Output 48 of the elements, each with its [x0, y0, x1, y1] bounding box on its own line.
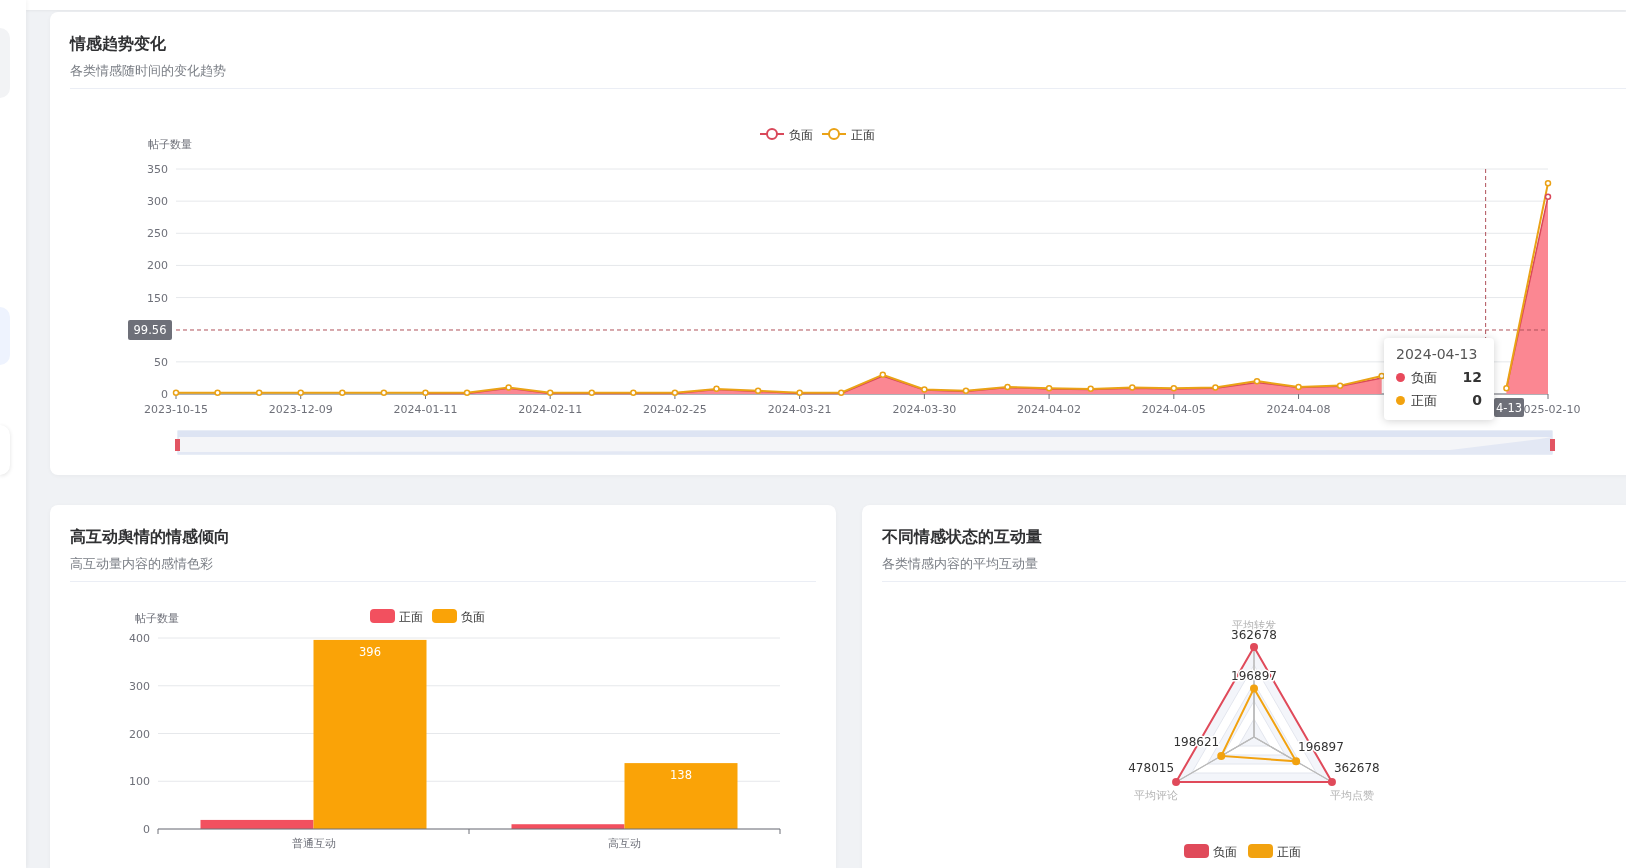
- axis-tick-label: 200: [129, 727, 150, 741]
- card-title: 高互动舆情的情感倾向: [70, 526, 231, 548]
- radar-axis-label: 平均点赞: [1330, 789, 1375, 802]
- series-value: 12: [1462, 368, 1482, 387]
- axis-tick-label: 2024-02-25: [642, 403, 707, 416]
- axis-tick-label: 2024-04-08: [1266, 403, 1331, 416]
- axis-tick-label: 2024-04-02: [1017, 403, 1082, 416]
- axis-tick-label: 2024-03-21: [767, 403, 832, 416]
- axis-tick-label: 200: [147, 259, 168, 273]
- bar-value-label: 138: [670, 768, 692, 783]
- axis-tick-label: 高互动: [608, 837, 641, 850]
- axis-title: 帖子数量: [135, 612, 179, 625]
- axis-tick-label: 50: [154, 355, 168, 369]
- series-name: 正面: [1411, 392, 1438, 410]
- card-title: 不同情感状态的互动量: [882, 526, 1043, 548]
- data-value-label: 362678: [1333, 761, 1380, 775]
- ref-line-label: 99.56: [133, 323, 167, 337]
- axis-tick-label: 350: [147, 163, 168, 176]
- card-title: 情感趋势变化: [70, 33, 167, 55]
- card-subtitle: 各类情感内容的平均互动量: [882, 555, 1039, 573]
- axis-tick-label: 400: [129, 632, 150, 645]
- axis-title: 帖子数量: [148, 138, 192, 151]
- data-value-label: 362678: [1231, 628, 1277, 642]
- axis-tick-label: 2024-03-30: [892, 403, 957, 416]
- axis-tick-label: 250: [147, 227, 168, 241]
- bar-value-label: 396: [359, 644, 381, 659]
- radar-axis-label: 平均评论: [1133, 789, 1178, 802]
- axis-tick-label: 普通互动: [291, 837, 336, 850]
- axis-tick-label: 025-02-10: [1523, 403, 1581, 416]
- axis-tick-label: 300: [129, 679, 150, 693]
- axis-tick-label: 0: [143, 823, 150, 836]
- series-name: 负面: [1411, 369, 1438, 387]
- axis-tick-label: 300: [147, 195, 168, 209]
- card-subtitle: 各类情感随时间的变化趋势: [70, 62, 227, 80]
- axis-pointer-label: 4-13: [1494, 398, 1524, 417]
- axis-tick-label: 150: [147, 291, 168, 305]
- axis-tick-label: 2024-02-11: [518, 403, 583, 416]
- axis-tick-label: 2024-04-05: [1141, 403, 1206, 416]
- series-value: 0: [1472, 391, 1482, 410]
- data-value-label: 478015: [1128, 761, 1175, 775]
- axis-tick-label: 100: [129, 775, 150, 789]
- axis-tick-label: 0: [161, 388, 168, 401]
- tooltip-title: 2024-04-13: [1396, 346, 1479, 362]
- card-subtitle: 高互动量内容的感情色彩: [70, 555, 214, 573]
- axis-tick-label: 2024-01-11: [393, 403, 458, 416]
- axis-tick-label: 2023-10-15: [144, 403, 208, 416]
- axis-pointer-label: 99.56: [128, 320, 172, 340]
- axis-tick-label: 2023-12-09: [268, 403, 333, 416]
